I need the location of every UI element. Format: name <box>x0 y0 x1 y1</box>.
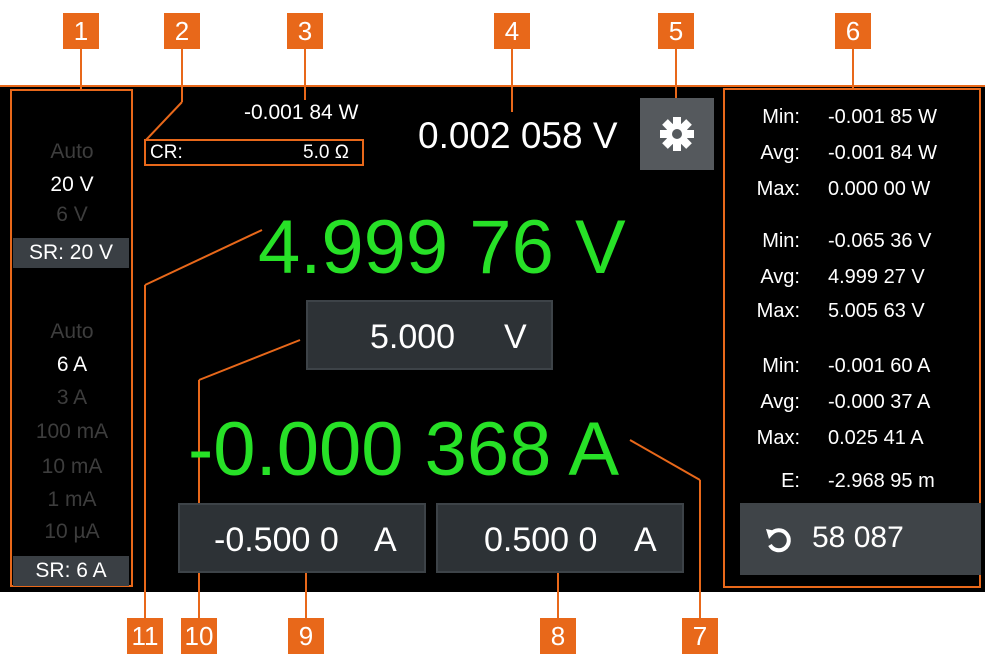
stat-voltage-avg-label: Avg: <box>760 266 800 288</box>
current-limit-low-unit: A <box>374 521 397 559</box>
output-voltage-reading: 0.002 058 V <box>418 115 618 156</box>
stat-power-min-label: Min: <box>762 106 800 128</box>
current-range-100ma[interactable]: 100 mA <box>13 420 131 444</box>
voltage-selected-range[interactable]: SR: 20 V <box>13 238 129 268</box>
stat-voltage-max-value: 5.005 63 V <box>828 300 925 322</box>
stat-power-avg-value: -0.001 84 W <box>828 142 937 164</box>
current-range-auto[interactable]: Auto <box>13 320 131 344</box>
voltage-setpoint-value: 5.000 <box>370 318 456 356</box>
voltage-setpoint-field[interactable]: 5.000 V <box>306 300 553 370</box>
current-range-1ma[interactable]: 1 mA <box>13 488 131 512</box>
stat-current-avg-label: Avg: <box>760 391 800 413</box>
callout-1: 1 <box>63 13 99 49</box>
stat-voltage-max-label: Max: <box>756 300 800 322</box>
stat-voltage-min-value: -0.065 36 V <box>828 230 932 252</box>
callout-2: 2 <box>164 13 200 49</box>
callout-9: 9 <box>288 618 324 654</box>
stat-current-max-label: Max: <box>756 427 800 449</box>
voltage-range-6v[interactable]: 6 V <box>13 203 131 227</box>
stat-current-min-label: Min: <box>762 355 800 377</box>
current-range-6a[interactable]: 6 A <box>13 353 131 377</box>
measured-voltage: 4.999 76 V <box>258 205 626 290</box>
current-limit-high-unit: A <box>634 521 657 559</box>
stat-power-max-value: 0.000 00 W <box>828 178 931 200</box>
stat-power-min-value: -0.001 85 W <box>828 106 937 128</box>
current-selected-range[interactable]: SR: 6 A <box>13 556 129 586</box>
power-reading: -0.001 84 W <box>244 101 359 124</box>
stat-energy-label: E: <box>781 470 800 492</box>
reset-count: 58 087 <box>812 521 904 554</box>
callout-6: 6 <box>835 13 871 49</box>
callout-7: 7 <box>682 618 718 654</box>
stat-current-min-value: -0.001 60 A <box>828 355 931 377</box>
voltage-setpoint-unit: V <box>504 318 527 356</box>
current-range-10ma[interactable]: 10 mA <box>13 455 131 479</box>
voltage-range-auto[interactable]: Auto <box>13 140 131 164</box>
reset-statistics-button[interactable]: 58 087 <box>740 503 981 575</box>
reset-icon <box>766 528 791 553</box>
callout-10: 10 <box>181 618 217 654</box>
cr-value: 5.0 Ω <box>303 142 349 163</box>
stat-voltage-avg-value: 4.999 27 V <box>828 266 925 288</box>
stat-voltage-min-label: Min: <box>762 230 800 252</box>
callout-3: 3 <box>287 13 323 49</box>
current-range-10ua[interactable]: 10 µA <box>13 520 131 544</box>
gear-icon <box>660 117 694 151</box>
settings-button[interactable] <box>640 98 714 170</box>
voltage-range-20v[interactable]: 20 V <box>13 173 131 197</box>
callout-4: 4 <box>494 13 530 49</box>
callout-11: 11 <box>127 618 163 654</box>
current-limit-high-field[interactable]: 0.500 0 A <box>436 503 684 573</box>
callout-5: 5 <box>658 13 694 49</box>
cr-label: CR: <box>150 142 183 163</box>
current-limit-high-value: 0.500 0 <box>484 521 598 559</box>
stat-energy-value: -2.968 95 m <box>828 470 935 492</box>
stat-current-avg-value: -0.000 37 A <box>828 391 931 413</box>
stat-power-max-label: Max: <box>756 178 800 200</box>
callout-8: 8 <box>540 618 576 654</box>
current-limit-low-field[interactable]: -0.500 0 A <box>178 503 426 573</box>
stat-power-avg-label: Avg: <box>760 142 800 164</box>
current-range-3a[interactable]: 3 A <box>13 386 131 410</box>
stat-current-max-value: 0.025 41 A <box>828 427 924 449</box>
measured-current: -0.000 368 A <box>188 407 620 492</box>
current-limit-low-value: -0.500 0 <box>214 521 339 559</box>
